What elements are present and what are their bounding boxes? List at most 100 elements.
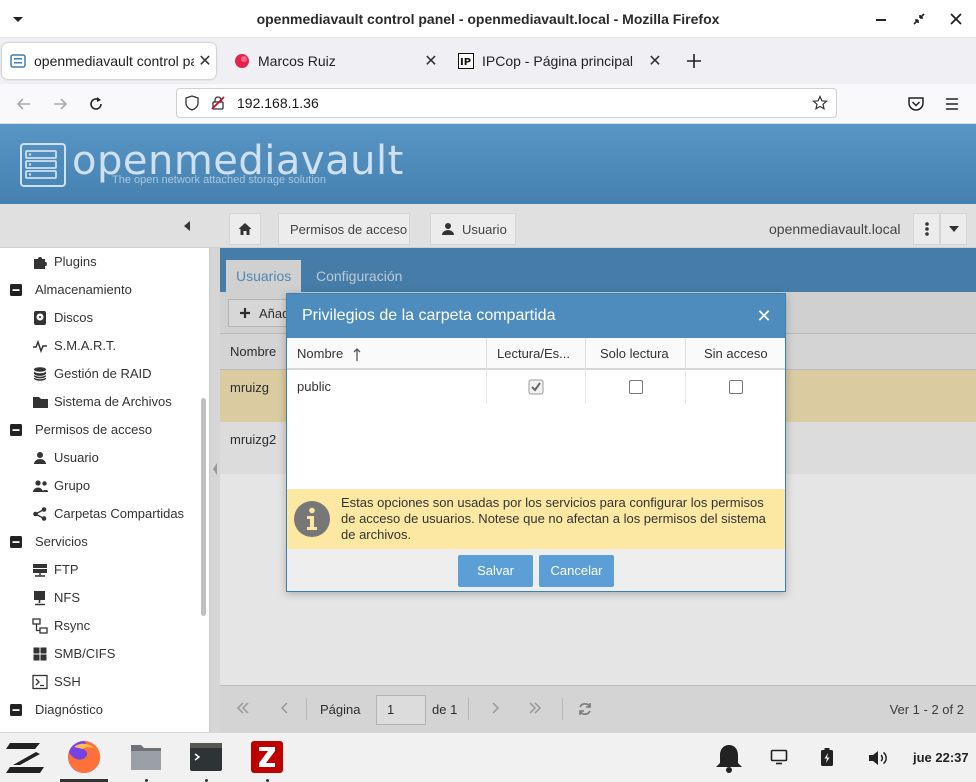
tab-bar: openmediavault control panel ✕ Marcos Ru… — [0, 38, 976, 84]
sidebar-item-smb[interactable]: SMB/CIFS — [32, 640, 115, 668]
url-bar[interactable]: 192.168.1.36 — [176, 88, 837, 118]
user-icon — [441, 222, 455, 236]
sidebar-splitter[interactable] — [210, 248, 220, 732]
sidebar-item-label: Servicios — [35, 534, 88, 549]
volume-icon[interactable] — [868, 749, 888, 767]
sidebar-item-label: Sistema de Archivos — [54, 394, 172, 409]
omv-logo-icon — [20, 143, 66, 187]
collapse-sidebar-icon[interactable] — [180, 219, 194, 233]
tracking-shield-icon[interactable] — [184, 95, 200, 111]
pocket-icon[interactable] — [907, 95, 925, 113]
sidebar-group-almacenamiento[interactable]: Almacenamiento — [8, 276, 132, 304]
empty-checkbox-icon — [728, 380, 743, 394]
tab-ipcop[interactable]: IP IPCop - Página principal ✕ — [452, 43, 666, 79]
close-tab-icon[interactable]: ✕ — [420, 51, 442, 71]
sidebar-item-ssh[interactable]: SSH — [32, 668, 81, 696]
column-header-lectura-escritura[interactable]: Lectura/Es... — [487, 338, 586, 370]
disk-icon — [32, 310, 48, 326]
hamburger-menu-icon[interactable] — [943, 95, 961, 113]
omv-favicon-icon — [10, 53, 26, 69]
sidebar-item-rsync[interactable]: Rsync — [32, 612, 90, 640]
sidebar-group-diagnostico[interactable]: Diagnóstico — [8, 696, 103, 724]
breadcrumb-label: Usuario — [462, 221, 507, 237]
sidebar-item-label: Grupo — [54, 478, 91, 493]
no-access-checkbox[interactable] — [686, 370, 785, 404]
sidebar-item-label: SMB/CIFS — [54, 646, 116, 661]
sidebar-item-usuario[interactable]: Usuario — [32, 444, 99, 472]
column-header-nombre[interactable]: Nombre — [287, 338, 487, 370]
sidebar-item-plugins[interactable]: Plugins — [32, 248, 97, 276]
info-icon — [293, 500, 331, 538]
sort-ascending-icon — [353, 347, 361, 362]
sidebar-item-label: Gestión de RAID — [54, 366, 152, 381]
user-icon — [32, 450, 48, 466]
omv-header: openmediavault The open network attached… — [0, 124, 976, 204]
sidebar-group-servicios[interactable]: Servicios — [8, 528, 88, 556]
database-icon — [32, 366, 48, 382]
column-header-solo-lectura[interactable]: Solo lectura — [586, 338, 686, 370]
files-taskbar-icon[interactable] — [128, 739, 164, 775]
home-button[interactable] — [229, 213, 261, 245]
sidebar-item-discos[interactable]: Discos — [32, 304, 93, 332]
hostname-label: openmediavault.local — [769, 221, 901, 237]
cancel-button[interactable]: Cancelar — [539, 555, 614, 587]
close-tab-icon[interactable]: ✕ — [644, 51, 666, 71]
terminal-icon — [32, 674, 48, 690]
breadcrumb-permisos[interactable]: Permisos de acceso — [278, 213, 410, 245]
dropdown-button[interactable] — [940, 213, 967, 245]
omv-toolbar: Permisos de acceso Usuario openmediavaul… — [0, 204, 976, 248]
dialog-close-icon[interactable]: ✕ — [749, 294, 779, 338]
firefox-taskbar-icon[interactable] — [66, 739, 102, 775]
sidebar-item-nfs[interactable]: NFS — [32, 584, 80, 612]
privilege-row-name: public — [287, 370, 487, 404]
zorin-menu-icon[interactable] — [6, 741, 44, 775]
dialog-title: Privilegios de la carpeta compartida — [287, 294, 785, 338]
chevron-down-icon — [948, 223, 960, 235]
svg-text:IP: IP — [460, 57, 471, 68]
notifications-bell-icon[interactable] — [714, 743, 744, 773]
column-label: Nombre — [297, 346, 344, 361]
vertical-dots-icon — [924, 221, 930, 237]
profile-favicon-icon — [234, 53, 250, 69]
tab-omv[interactable]: openmediavault control panel ✕ — [2, 43, 216, 79]
sidebar-item-label: Almacenamiento — [35, 282, 132, 297]
clock[interactable]: jue 22:37 — [913, 733, 969, 782]
tab-label: IPCop - Página principal — [482, 53, 633, 69]
sidebar-item-sistema-archivos[interactable]: Sistema de Archivos — [32, 388, 172, 416]
minimize-icon[interactable] — [874, 12, 888, 26]
sidebar-item-raid[interactable]: Gestión de RAID — [32, 360, 152, 388]
reload-icon[interactable] — [87, 95, 105, 113]
sidebar-item-ftp[interactable]: FTP — [32, 556, 79, 584]
restore-icon[interactable] — [911, 11, 927, 27]
sidebar-scrollbar[interactable] — [201, 398, 206, 616]
display-icon[interactable] — [770, 749, 788, 765]
new-tab-icon[interactable] — [685, 52, 703, 70]
back-icon[interactable] — [15, 95, 33, 113]
shared-folder-privileges-dialog: Privilegios de la carpeta compartida ✕ N… — [286, 293, 786, 592]
sidebar-item-label: NFS — [54, 590, 80, 605]
dialog-grid-header: Nombre Lectura/Es... Solo lectura Sin ac… — [287, 338, 785, 370]
sidebar-item-carpetas[interactable]: Carpetas Compartidas — [32, 500, 184, 528]
breadcrumb-usuario[interactable]: Usuario — [430, 213, 516, 245]
filezilla-taskbar-icon[interactable] — [249, 739, 285, 775]
read-write-checkbox[interactable] — [487, 370, 586, 404]
sidebar-item-grupo[interactable]: Grupo — [32, 472, 90, 500]
bookmark-star-icon[interactable] — [812, 95, 828, 111]
home-icon — [237, 221, 253, 237]
close-tab-icon[interactable]: ✕ — [194, 51, 216, 71]
sidebar-item-smart[interactable]: S.M.A.R.T. — [32, 332, 116, 360]
forward-icon[interactable] — [51, 95, 69, 113]
window-menu-icon[interactable] — [10, 13, 26, 25]
sidebar-group-permisos[interactable]: Permisos de acceso — [8, 416, 152, 444]
tab-marcos[interactable]: Marcos Ruiz ✕ — [228, 43, 442, 79]
column-header-sin-acceso[interactable]: Sin acceso — [686, 338, 785, 370]
close-window-icon[interactable] — [948, 11, 964, 27]
server-icon — [32, 562, 48, 578]
battery-charging-icon[interactable] — [820, 747, 834, 767]
insecure-lock-icon[interactable] — [210, 95, 226, 111]
terminal-taskbar-icon[interactable] — [188, 739, 224, 775]
actions-menu-button[interactable] — [913, 213, 940, 245]
read-only-checkbox[interactable] — [586, 370, 686, 404]
tab-label: Marcos Ruiz — [258, 53, 336, 69]
save-button[interactable]: Salvar — [458, 555, 533, 587]
